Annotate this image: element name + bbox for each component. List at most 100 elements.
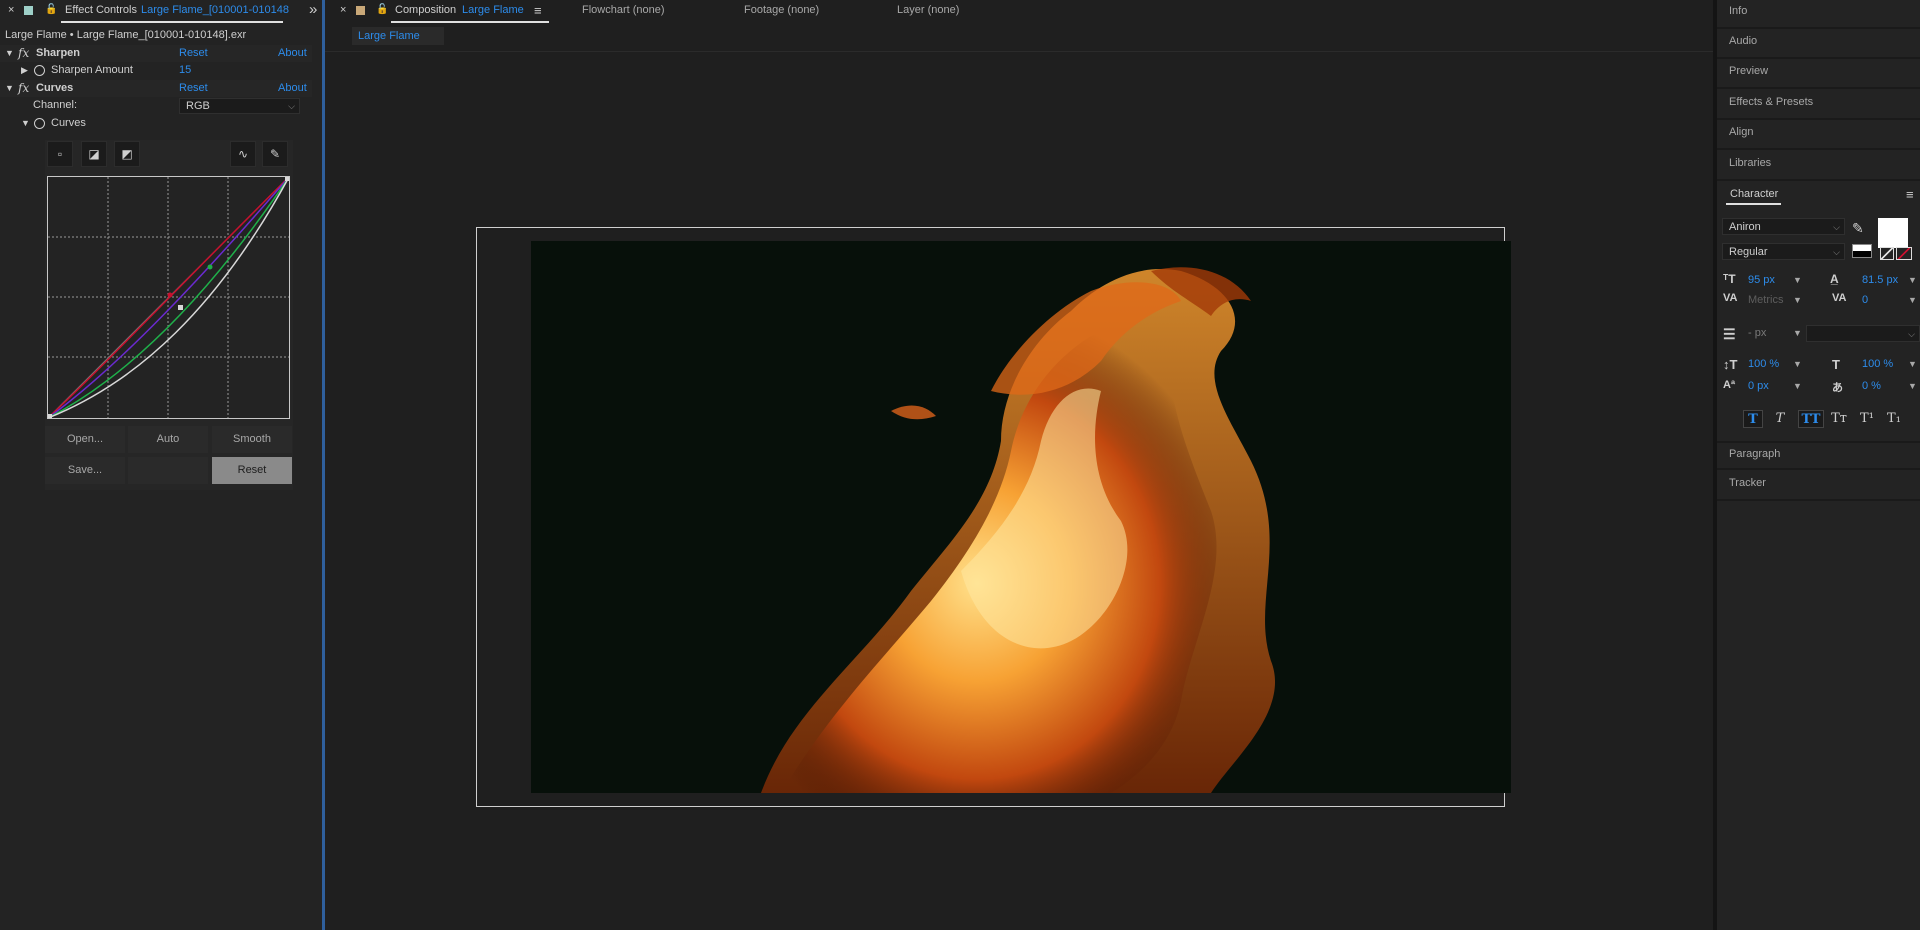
font-size-value[interactable]: 95 px [1748,274,1775,286]
kerning-icon: VA [1723,292,1738,304]
property-row-channel: Channel: RGB ⌵ [0,97,312,114]
about-link[interactable]: About [278,45,307,62]
expand-triangle-icon[interactable]: ▼ [21,115,30,132]
kerning-value[interactable]: Metrics [1748,294,1783,306]
font-style-dropdown[interactable]: Regular ⌵ [1722,243,1845,260]
eyedropper-icon[interactable]: ✎ [1852,220,1864,237]
font-size-icon: ᵀT [1723,272,1736,286]
expand-panel-icon[interactable]: » [309,1,317,18]
panel-audio[interactable]: Audio [1717,30,1920,59]
vertical-scale-value[interactable]: 100 % [1748,358,1779,370]
chevron-down-icon[interactable]: ▼ [1793,381,1802,391]
baseline-shift-value[interactable]: 0 px [1748,380,1769,392]
channel-dropdown[interactable]: RGB ⌵ [179,98,300,114]
small-caps-button[interactable]: Tт [1826,410,1852,428]
composition-name[interactable]: Large Flame [462,4,524,16]
about-link[interactable]: About [278,80,307,97]
blank-button [128,457,208,484]
font-style-value: Regular [1729,246,1768,258]
fill-color-swatch[interactable] [1878,218,1908,248]
stroke-color-swatch[interactable] [1896,247,1912,260]
curves-graph[interactable] [47,176,290,419]
save-button[interactable]: Save... [45,457,125,484]
channel-label: Channel: [33,99,78,111]
panel-paragraph[interactable]: Paragraph [1717,441,1920,470]
fx-toggle-icon[interactable]: fx [18,80,29,97]
lock-icon[interactable]: 🔓 [376,4,388,15]
graph-size-large-icon[interactable]: ◩ [114,141,140,167]
font-family-dropdown[interactable]: Aniron ⌵ [1722,218,1845,235]
faux-italic-button[interactable]: T [1770,410,1790,428]
panel-align[interactable]: Align [1717,121,1920,150]
chevron-down-icon[interactable]: ▼ [1793,275,1802,285]
panel-info[interactable]: Info [1717,0,1920,29]
default-colors-icon[interactable] [1852,244,1872,258]
all-caps-button[interactable]: TT [1798,410,1824,428]
superscript-button[interactable]: T¹ [1857,410,1877,428]
vertical-scale-icon: ↕T [1723,357,1738,372]
stopwatch-icon[interactable] [34,118,45,129]
label-color-swatch-icon[interactable] [24,6,33,15]
chevron-down-icon[interactable]: ▼ [1908,275,1917,285]
label-color-swatch-icon[interactable] [356,6,365,15]
no-fill-icon[interactable] [1880,247,1894,260]
chevron-down-icon[interactable]: ▼ [1908,359,1917,369]
font-family-value: Aniron [1729,221,1761,233]
graph-size-medium-icon[interactable]: ◪ [81,141,107,167]
horizontal-scale-value[interactable]: 100 % [1862,358,1893,370]
reset-button[interactable]: Reset [212,457,292,484]
effect-controls-layer-name[interactable]: Large Flame_[010001-010148 [141,4,289,16]
composition-tab-label[interactable]: Composition [395,4,456,16]
chevron-down-icon[interactable]: ▼ [1793,295,1802,305]
chevron-down-icon[interactable]: ▼ [1908,295,1917,305]
pencil-tool-icon[interactable]: ✎ [262,141,288,167]
close-tab-icon[interactable]: × [8,4,14,16]
open-button[interactable]: Open... [45,426,125,453]
auto-button[interactable]: Auto [128,426,208,453]
effect-row-sharpen[interactable]: ▼ fx Sharpen Reset About [0,45,312,62]
curves-graph-svg [47,176,290,419]
tab-layer[interactable]: Layer (none) [897,4,959,16]
graph-size-small-icon[interactable]: ▫ [47,141,73,167]
panel-menu-icon[interactable]: ≡ [534,3,542,18]
reset-link[interactable]: Reset [179,45,208,62]
chevron-down-icon[interactable]: ▼ [1908,381,1917,391]
tab-flowchart[interactable]: Flowchart (none) [582,4,665,16]
tab-footage[interactable]: Footage (none) [744,4,819,16]
chevron-down-icon[interactable]: ▼ [1793,328,1802,338]
lock-icon[interactable]: 🔓 [45,4,57,15]
effect-controls-tab-label[interactable]: Effect Controls [65,4,137,16]
effect-row-curves[interactable]: ▼ fx Curves Reset About [0,80,312,97]
effect-name: Sharpen [36,47,81,59]
composition-viewer[interactable] [531,241,1511,793]
stroke-width-value[interactable]: - px [1748,327,1766,339]
panel-preview[interactable]: Preview [1717,60,1920,89]
panel-tracker[interactable]: Tracker [1717,472,1920,501]
reset-link[interactable]: Reset [179,80,208,97]
sharpen-amount-value[interactable]: 15 [179,62,191,79]
expand-triangle-icon[interactable]: ▼ [5,45,14,62]
chevron-down-icon[interactable]: ▼ [1793,359,1802,369]
leading-value[interactable]: 81.5 px [1862,274,1898,286]
panel-effects-presets[interactable]: Effects & Presets [1717,91,1920,120]
faux-bold-button[interactable]: T [1743,410,1763,428]
composition-breadcrumb[interactable]: Large Flame [352,27,444,45]
panel-libraries[interactable]: Libraries [1717,152,1920,181]
subscript-button[interactable]: T₁ [1884,410,1904,428]
smooth-button[interactable]: Smooth [212,426,292,453]
baseline-shift-icon: Aª [1723,379,1736,391]
active-tab-underline [61,21,283,23]
stopwatch-icon[interactable] [34,65,45,76]
panel-menu-icon[interactable]: ≡ [1906,187,1914,202]
character-panel-title[interactable]: Character [1730,188,1778,200]
close-tab-icon[interactable]: × [340,4,346,16]
stroke-style-dropdown[interactable]: ⌵ [1806,325,1920,342]
leading-icon: A̲ [1830,272,1839,286]
fx-toggle-icon[interactable]: fx [18,45,29,62]
tracking-icon: VA [1832,292,1847,304]
collapse-triangle-icon[interactable]: ▶ [21,62,28,79]
tsume-value[interactable]: 0 % [1862,380,1881,392]
bezier-tool-icon[interactable]: ∿ [230,141,256,167]
tracking-value[interactable]: 0 [1862,294,1868,306]
expand-triangle-icon[interactable]: ▼ [5,80,14,97]
